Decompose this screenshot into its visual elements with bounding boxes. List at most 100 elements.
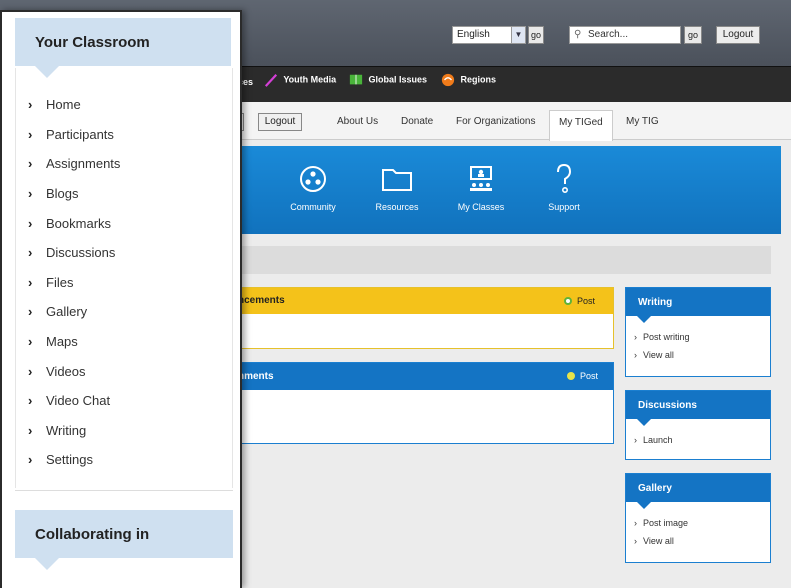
sidebar-item-label: Writing bbox=[46, 422, 87, 438]
band-label: Community bbox=[290, 202, 336, 212]
link-label: View all bbox=[643, 536, 674, 546]
sidebar-item-label: Files bbox=[46, 274, 74, 290]
tab-for-organizations[interactable]: For Organizations bbox=[456, 116, 535, 127]
announcements-title: ncements bbox=[238, 295, 285, 306]
sidebar-item-label: Settings bbox=[46, 452, 93, 468]
link-label: Post writing bbox=[643, 332, 690, 342]
chevron-right-icon: › bbox=[28, 156, 33, 172]
link-label: Post image bbox=[643, 518, 689, 528]
announcements-post-link[interactable]: Post bbox=[564, 296, 595, 306]
launch-discussions-link[interactable]: › Launch bbox=[626, 431, 770, 449]
sidebar-menu: › Home › Participants › Assignments › Blogs › Boo… bbox=[2, 90, 240, 475]
community-icon bbox=[273, 162, 353, 196]
sidebar-item-home[interactable]: › Home bbox=[28, 90, 240, 120]
search-go-button[interactable]: go bbox=[684, 26, 702, 44]
sidebar-item-gallery[interactable]: › Gallery bbox=[28, 297, 240, 327]
chevron-right-icon: › bbox=[28, 126, 33, 142]
widget-title: Discussions bbox=[626, 391, 770, 426]
widget-title: Gallery bbox=[626, 474, 770, 509]
chevron-down-icon: ▼ bbox=[511, 27, 525, 43]
sidebar-item-bookmarks[interactable]: › Bookmarks bbox=[28, 208, 240, 238]
assignments-title: nments bbox=[238, 371, 274, 382]
chevron-right-icon: › bbox=[634, 435, 637, 445]
view-all-gallery-link[interactable]: › View all bbox=[626, 532, 770, 550]
divider bbox=[15, 490, 233, 500]
sidebar-item-blogs[interactable]: › Blogs bbox=[28, 179, 240, 209]
channel-label: Regions bbox=[460, 74, 497, 85]
search-icon: ⚲ bbox=[574, 29, 582, 40]
sidebar-item-label: Gallery bbox=[46, 304, 88, 320]
sidebar-item-settings[interactable]: › Settings bbox=[28, 445, 240, 475]
channel-label: Global Issues bbox=[368, 74, 428, 85]
chevron-right-icon: › bbox=[634, 518, 637, 528]
classroom-icon bbox=[441, 162, 521, 196]
sidebar-item-label: Bookmarks bbox=[46, 215, 112, 231]
chevron-right-icon: › bbox=[634, 350, 637, 360]
discussions-widget: Discussions › Launch bbox=[625, 390, 771, 460]
sidebar-title: Your Classroom bbox=[15, 18, 231, 78]
sidebar-item-label: Blogs bbox=[46, 186, 79, 202]
sidebar-item-maps[interactable]: › Maps bbox=[28, 327, 240, 357]
sidebar-item-files[interactable]: › Files bbox=[28, 268, 240, 298]
sidebar-item-participants[interactable]: › Participants bbox=[28, 120, 240, 150]
search-placeholder: Search... bbox=[588, 29, 629, 40]
band-resources[interactable]: Resources bbox=[357, 162, 437, 212]
chevron-right-icon: › bbox=[634, 332, 637, 342]
language-select[interactable]: English ▼ bbox=[452, 26, 526, 44]
sidebar-item-assignments[interactable]: › Assignments bbox=[28, 149, 240, 179]
assignments-post-link[interactable]: Post bbox=[567, 371, 598, 381]
writing-widget: Writing › Post writing › View all bbox=[625, 287, 771, 377]
chevron-right-icon: › bbox=[28, 334, 33, 350]
view-all-writing-link[interactable]: › View all bbox=[626, 346, 770, 364]
chevron-right-icon: › bbox=[28, 97, 33, 113]
band-label: My Classes bbox=[457, 202, 505, 212]
divider bbox=[232, 68, 233, 488]
band-community[interactable]: Community bbox=[273, 162, 353, 212]
sidebar-item-discussions[interactable]: › Discussions bbox=[28, 238, 240, 268]
divider bbox=[15, 68, 16, 488]
folder-icon bbox=[357, 162, 437, 196]
classroom-sidebar: Your Classroom › Home › Participants › Assign… bbox=[0, 10, 242, 588]
channel-regions[interactable]: Regions bbox=[441, 73, 496, 87]
channel-label: Youth Media bbox=[283, 74, 337, 85]
sidebar-item-label: Participants bbox=[46, 126, 114, 142]
channel-youth-media[interactable]: Youth Media bbox=[264, 73, 336, 87]
post-writing-link[interactable]: › Post writing bbox=[626, 328, 770, 346]
chevron-right-icon: › bbox=[28, 304, 33, 320]
sidebar-item-label: Assignments bbox=[46, 156, 121, 172]
collaborating-title: Collaborating in bbox=[15, 510, 233, 570]
chevron-right-icon: › bbox=[28, 422, 33, 438]
tab-my-tiged[interactable]: My TIGed bbox=[549, 110, 613, 141]
language-select-value: English bbox=[457, 29, 490, 40]
chevron-right-icon: › bbox=[28, 452, 33, 468]
sidebar-item-label: Home bbox=[46, 97, 81, 113]
band-my-classes[interactable]: My Classes bbox=[441, 162, 521, 212]
search-input[interactable]: ⚲ Search... bbox=[569, 26, 681, 44]
book-icon bbox=[349, 74, 363, 85]
channel-global-issues[interactable]: Global Issues bbox=[349, 73, 427, 87]
chevron-right-icon: › bbox=[28, 274, 33, 290]
globe-icon bbox=[441, 73, 455, 87]
band-support[interactable]: Support bbox=[524, 162, 604, 212]
post-image-link[interactable]: › Post image bbox=[626, 514, 770, 532]
chevron-right-icon: › bbox=[28, 363, 33, 379]
chevron-right-icon: › bbox=[28, 186, 33, 202]
sidebar-item-videos[interactable]: › Videos bbox=[28, 356, 240, 386]
gallery-widget: Gallery › Post image › View all bbox=[625, 473, 771, 563]
sidebar-item-writing[interactable]: › Writing bbox=[28, 416, 240, 446]
nav-logout-button[interactable]: Logout bbox=[258, 113, 302, 131]
add-icon bbox=[567, 372, 575, 380]
tab-about-us[interactable]: About Us bbox=[337, 116, 378, 127]
sidebar-item-label: Discussions bbox=[46, 245, 116, 261]
logout-button[interactable]: Logout bbox=[716, 26, 760, 44]
link-label: Launch bbox=[643, 435, 673, 445]
chevron-right-icon: › bbox=[634, 536, 637, 546]
sidebar-item-video-chat[interactable]: › Video Chat bbox=[28, 386, 240, 416]
language-go-button[interactable]: go bbox=[528, 26, 544, 44]
post-label: Post bbox=[580, 371, 599, 381]
chevron-right-icon: › bbox=[28, 393, 33, 409]
tab-donate[interactable]: Donate bbox=[401, 116, 433, 127]
tab-my-tig[interactable]: My TIG bbox=[626, 116, 659, 127]
add-icon bbox=[564, 297, 572, 305]
pencil-icon bbox=[264, 74, 278, 87]
